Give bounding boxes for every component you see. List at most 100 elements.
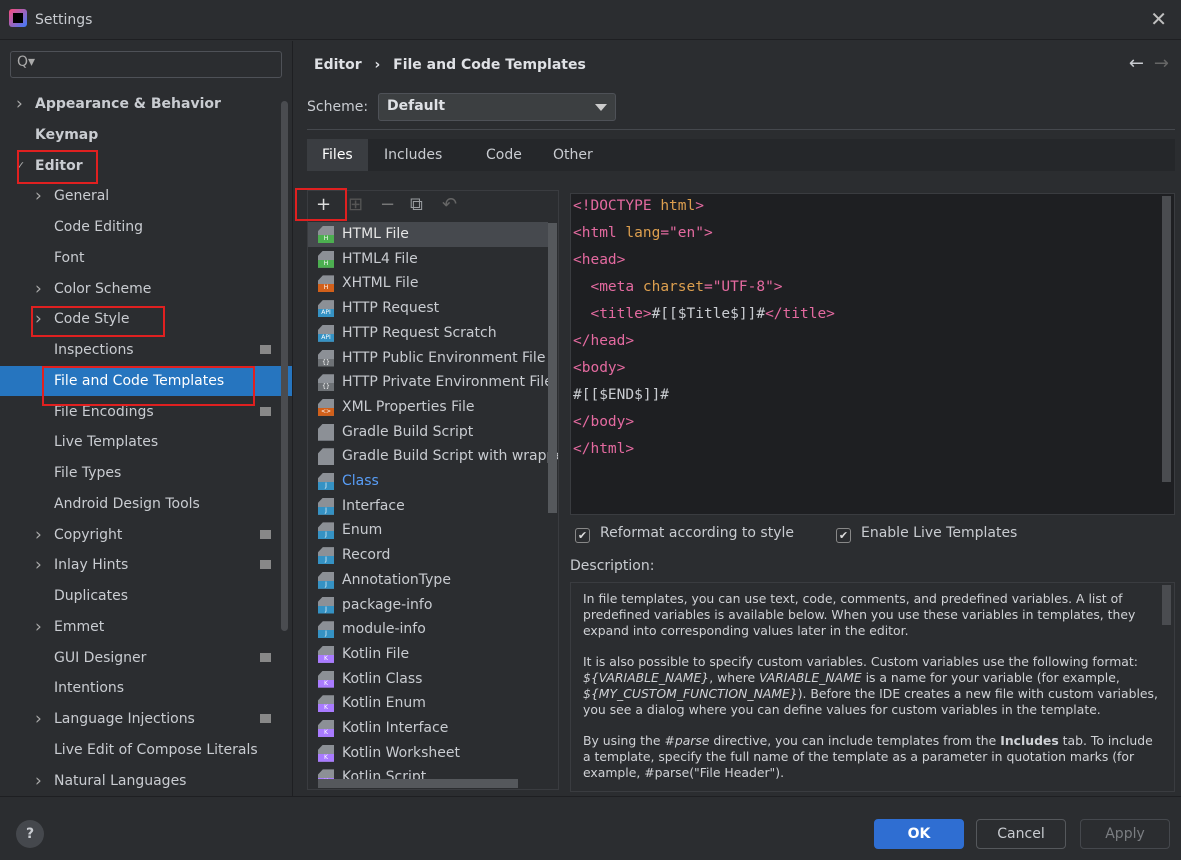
template-name: Gradle Build Script with wrapper	[342, 448, 558, 465]
template-list-item[interactable]: J Enum	[308, 518, 548, 543]
template-list-item[interactable]: J Record	[308, 543, 548, 568]
divider	[307, 129, 1175, 130]
template-list-item[interactable]: H HTML4 File	[308, 247, 548, 272]
chevron-right-icon[interactable]: ›	[35, 274, 42, 304]
settings-search-input[interactable]: Q▾	[10, 51, 282, 78]
template-list-item[interactable]: H HTML File	[308, 222, 548, 247]
template-list-item[interactable]: <> XML Properties File	[308, 395, 548, 420]
close-icon[interactable]: ✕	[1150, 7, 1167, 31]
sidebar-item-label: Duplicates	[54, 588, 128, 604]
reset-icon[interactable]: ↶	[442, 194, 457, 215]
sidebar-item-gui-designer[interactable]: GUI Designer	[0, 643, 292, 673]
sidebar-item-live-edit-of-compose-literals[interactable]: Live Edit of Compose Literals	[0, 735, 292, 765]
project-scope-icon	[260, 529, 271, 539]
remove-icon[interactable]: −	[380, 194, 395, 215]
sidebar-item-duplicates[interactable]: Duplicates	[0, 581, 292, 611]
sidebar-item-general[interactable]: › General	[0, 181, 292, 211]
breadcrumb: Editor › File and Code Templates	[314, 57, 586, 73]
template-name: AnnotationType	[342, 571, 451, 588]
tab-includes[interactable]: Includes	[369, 139, 457, 171]
project-scope-icon	[260, 345, 271, 354]
forward-arrow-icon[interactable]: →	[1154, 53, 1169, 74]
sidebar-item-code-editing[interactable]: Code Editing	[0, 212, 292, 242]
template-list-item[interactable]: H XHTML File	[308, 271, 548, 296]
tab-code[interactable]: Code	[471, 139, 537, 171]
description-paragraph: In file templates, you can use text, cod…	[583, 591, 1136, 638]
list-horizontal-scrollbar[interactable]	[318, 779, 518, 788]
sidebar-item-live-templates[interactable]: Live Templates	[0, 427, 292, 457]
breadcrumb-editor[interactable]: Editor	[314, 57, 362, 73]
back-arrow-icon[interactable]: ←	[1129, 53, 1144, 74]
sidebar-item-inlay-hints[interactable]: › Inlay Hints	[0, 550, 292, 580]
sidebar-item-emmet[interactable]: › Emmet	[0, 612, 292, 642]
chevron-right-icon[interactable]: ›	[35, 181, 42, 211]
sidebar-item-keymap[interactable]: Keymap	[0, 120, 292, 150]
sidebar-item-intentions[interactable]: Intentions	[0, 673, 292, 703]
checkbox-checked-icon[interactable]: ✔	[836, 528, 851, 543]
template-code-editor[interactable]: <!DOCTYPE html> <html lang="en"> <head> <m…	[570, 193, 1175, 515]
template-list-item[interactable]: Gradle Build Script with wrapper	[308, 444, 558, 469]
editor-scrollbar[interactable]	[1162, 196, 1171, 482]
list-scrollbar[interactable]	[548, 223, 557, 513]
chevron-right-icon[interactable]: ›	[16, 89, 23, 119]
template-list-item[interactable]: Jmodule-info	[308, 617, 548, 642]
sidebar-scrollbar[interactable]	[281, 101, 288, 631]
file-template-k-icon: K	[318, 744, 334, 762]
dialog-footer: ? OK Cancel Apply	[0, 796, 1181, 860]
chevron-right-icon[interactable]: ›	[35, 704, 42, 734]
search-icon: Q▾	[17, 54, 36, 70]
file-template--icon: {}	[318, 374, 334, 392]
template-list-item[interactable]: J Interface	[308, 494, 548, 519]
reformat-checkbox[interactable]: ✔ Reformat according to style	[575, 525, 794, 543]
template-tabs: Files Includes Code Other	[307, 139, 1175, 171]
chevron-right-icon[interactable]: ›	[35, 550, 42, 580]
sidebar-item-file-types[interactable]: File Types	[0, 458, 292, 488]
sidebar-item-font[interactable]: Font	[0, 243, 292, 273]
file-template-k-icon: K	[318, 670, 334, 688]
sidebar-item-color-scheme[interactable]: › Color Scheme	[0, 274, 292, 304]
chevron-right-icon[interactable]: ›	[35, 766, 42, 796]
template-list-item[interactable]: {} HTTP Public Environment File	[308, 346, 548, 371]
chevron-right-icon[interactable]: ›	[35, 520, 42, 550]
chevron-right-icon[interactable]: ›	[35, 612, 42, 642]
live-templates-checkbox[interactable]: ✔ Enable Live Templates	[836, 525, 1017, 543]
template-list-item[interactable]: {} HTTP Private Environment File	[308, 370, 553, 395]
template-list-item[interactable]: API HTTP Request	[308, 296, 548, 321]
apply-button[interactable]: Apply	[1080, 819, 1170, 849]
help-icon[interactable]: ?	[16, 820, 44, 848]
template-list-item[interactable]: Jpackage-info	[308, 593, 548, 618]
template-list-item[interactable]: K Kotlin Interface	[308, 716, 548, 741]
add-child-icon[interactable]: ⊞	[348, 194, 363, 215]
code-token: <title>	[590, 306, 652, 322]
code-token: </title>	[765, 306, 835, 322]
sidebar-item-copyright[interactable]: › Copyright	[0, 520, 292, 550]
template-name: HTTP Public Environment File	[342, 349, 546, 366]
template-list-item[interactable]: K Kotlin File	[308, 642, 548, 667]
sidebar-item-inspections[interactable]: Inspections	[0, 335, 292, 365]
code-line: #[[$END$]]#	[573, 387, 669, 403]
ok-button[interactable]: OK	[874, 819, 964, 849]
tab-other[interactable]: Other	[538, 139, 608, 171]
tab-files[interactable]: Files	[307, 139, 368, 171]
description-scrollbar[interactable]	[1162, 585, 1171, 625]
scheme-dropdown[interactable]: Default	[378, 93, 616, 121]
code-token: #[[$END$]]#	[573, 387, 670, 403]
checkbox-checked-icon[interactable]: ✔	[575, 528, 590, 543]
sidebar-item-label: Natural Languages	[54, 772, 187, 789]
sidebar-item-android-design-tools[interactable]: Android Design Tools	[0, 489, 292, 519]
template-list-item[interactable]: K Kotlin Worksheet	[308, 741, 548, 766]
sidebar-item-appearance-behavior[interactable]: › Appearance & Behavior	[0, 89, 292, 119]
template-list-item[interactable]: J Class	[308, 469, 548, 494]
template-list-item[interactable]: K Kotlin Enum	[308, 691, 548, 716]
copy-icon[interactable]: ⧉	[410, 194, 423, 215]
template-name: XHTML File	[342, 275, 419, 292]
template-list-item[interactable]: API HTTP Request Scratch	[308, 321, 548, 346]
code-token: <head>	[573, 252, 626, 268]
template-list-item[interactable]: J AnnotationType	[308, 568, 548, 593]
template-list-item[interactable]: K Kotlin Class	[308, 667, 548, 692]
sidebar-item-natural-languages[interactable]: › Natural Languages	[0, 766, 292, 796]
cancel-button[interactable]: Cancel	[976, 819, 1066, 849]
template-list-item[interactable]: Gradle Build Script	[308, 420, 548, 445]
file-template-j-icon: J	[318, 522, 334, 540]
sidebar-item-language-injections[interactable]: › Language Injections	[0, 704, 292, 734]
